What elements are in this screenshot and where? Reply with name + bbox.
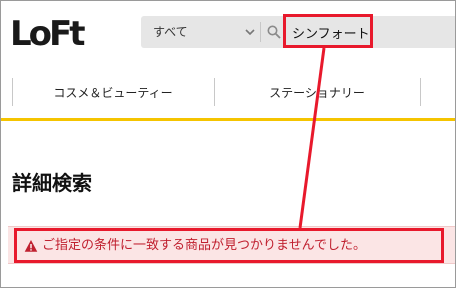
search-icon[interactable] xyxy=(267,25,281,39)
page-title: 詳細検索 xyxy=(12,171,92,195)
nav-item-stationery[interactable]: ステーショナリー xyxy=(214,72,420,114)
search-divider xyxy=(260,22,261,42)
category-select-value: すべて xyxy=(153,25,188,39)
nav-accent-line xyxy=(0,118,456,121)
nav-item-cosme-beauty[interactable]: コスメ＆ビューティー xyxy=(12,72,214,114)
nav-divider xyxy=(420,78,421,106)
loft-logo[interactable]: LoFt xyxy=(10,14,85,54)
category-nav: コスメ＆ビューティー ステーショナリー xyxy=(0,72,456,114)
highlight-search-query xyxy=(283,14,373,48)
highlight-alert xyxy=(14,228,444,263)
chevron-down-icon[interactable] xyxy=(244,25,256,39)
category-select[interactable]: すべて xyxy=(141,16,259,48)
